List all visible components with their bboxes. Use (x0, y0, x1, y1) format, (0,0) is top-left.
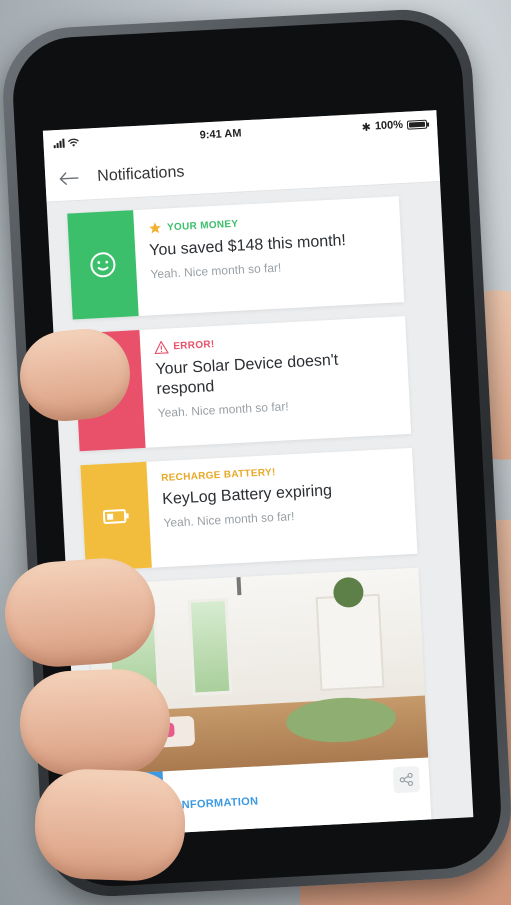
star-icon (149, 222, 161, 234)
status-left (53, 137, 79, 148)
card-stripe (80, 461, 152, 572)
card-category-label: ERROR! (173, 339, 215, 353)
notification-card-money[interactable]: YOUR MONEY You saved $148 this month! Ye… (67, 196, 405, 320)
arrow-left-icon[interactable] (59, 166, 82, 189)
bluetooth-icon: ✱ (361, 121, 372, 134)
photo-scene: 9:41 AM ✱ 100% Notifications YOUR MONEY … (0, 0, 511, 905)
battery-icon (102, 509, 129, 525)
signal-icon (53, 138, 65, 148)
card-body: YOUR MONEY You saved $148 this month! Ye… (133, 196, 404, 316)
status-time: 9:41 AM (199, 127, 242, 142)
battery-percent: 100% (374, 118, 404, 133)
card-category-label: INFORMATION (178, 795, 259, 812)
smiley-icon (90, 252, 116, 278)
wifi-icon (67, 138, 79, 147)
card-body: RECHARGE BATTERY! KeyLog Battery expirin… (146, 448, 417, 568)
page-title: Notifications (96, 162, 185, 185)
card-category-label: RECHARGE BATTERY! (160, 467, 276, 485)
status-right: ✱ 100% (361, 117, 428, 134)
card-title: Your Solar Device doesn't respond (155, 351, 339, 399)
share-icon[interactable] (392, 765, 420, 794)
card-category-label: YOUR MONEY (166, 218, 239, 233)
finger (18, 667, 172, 778)
warning-icon (154, 340, 169, 355)
card-stripe (67, 210, 139, 320)
battery-icon (406, 119, 428, 130)
card-body: ERROR! Your Solar Device doesn't respond… (139, 316, 411, 448)
finger (33, 767, 187, 883)
notification-card-battery[interactable]: RECHARGE BATTERY! KeyLog Battery expirin… (80, 447, 418, 572)
